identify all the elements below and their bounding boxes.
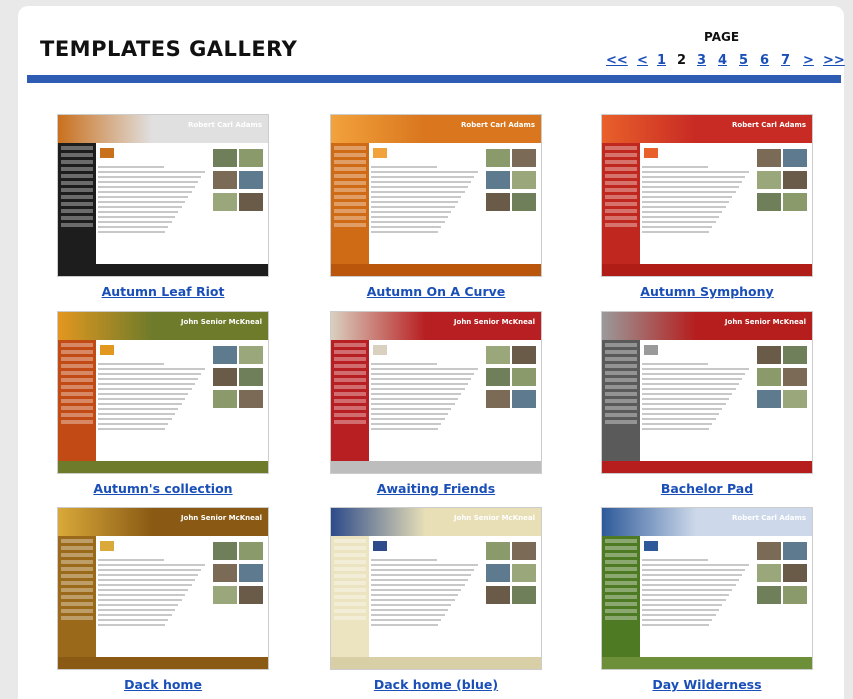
thumbnail-logo [100,541,114,551]
thumbnail-footer [331,264,541,276]
thumbnail-content [642,163,752,260]
thumbnail-content [642,556,752,653]
thumbnail-banner: John Senior McKneal [331,312,541,340]
thumbnail-banner: Robert Carl Adams [602,115,812,143]
thumbnail-banner: John Senior McKneal [331,508,541,536]
thumbnail-sidebar [602,143,640,276]
thumbnail-site-name: John Senior McKneal [453,318,535,326]
thumbnail-footer [602,461,812,473]
template-name-link[interactable]: Autumn Symphony [581,284,833,299]
template-name-link[interactable]: Day Wilderness [581,677,833,692]
thumbnail-sidebar [58,536,96,669]
page-link-4[interactable]: 4 [718,53,727,68]
page-link-3[interactable]: 3 [697,53,706,68]
thumbnail-footer [602,657,812,669]
thumbnail-site-name: Robert Carl Adams [188,121,262,129]
thumbnail-site-name: Robert Carl Adams [461,121,535,129]
thumbnail-photos [212,540,266,606]
thumbnail-sidebar [602,340,640,473]
template-name-link[interactable]: Awaiting Friends [310,481,562,496]
thumbnail-photos [756,344,810,410]
template-name-link[interactable]: Dack home (blue) [310,677,562,692]
page-link-6[interactable]: 6 [760,53,769,68]
thumbnail-logo [100,345,114,355]
thumbnail-banner: Robert Carl Adams [58,115,268,143]
thumbnail-logo [373,148,387,158]
thumbnail-logo [373,541,387,551]
template-name-link[interactable]: Autumn's collection [37,481,289,496]
thumbnail-photos [756,540,810,606]
thumbnail-banner: John Senior McKneal [602,312,812,340]
thumbnail-banner: Robert Carl Adams [331,115,541,143]
template-thumbnail[interactable]: John Senior McKneal [330,311,542,474]
thumbnail-footer [58,657,268,669]
thumbnail-logo [373,345,387,355]
template-thumbnail[interactable]: Robert Carl Adams [601,507,813,670]
template-name-link[interactable]: Autumn On A Curve [310,284,562,299]
template-thumbnail[interactable]: Robert Carl Adams [57,114,269,277]
page-link-2-current: 2 [677,53,687,68]
thumbnail-site-name: John Senior McKneal [180,318,262,326]
thumbnail-content [98,163,208,260]
thumbnail-footer [58,461,268,473]
thumbnail-content [642,360,752,457]
thumbnail-photos [756,147,810,213]
page-link-7[interactable]: 7 [781,53,790,68]
page-link-5[interactable]: 5 [739,53,748,68]
thumbnail-content [371,556,481,653]
thumbnail-site-name: John Senior McKneal [724,318,806,326]
thumbnail-logo [644,148,658,158]
last-page-link[interactable]: >> [823,53,845,68]
thumbnail-sidebar [331,536,369,669]
template-name-link[interactable]: Bachelor Pad [581,481,833,496]
thumbnail-logo [644,541,658,551]
thumbnail-banner: Robert Carl Adams [602,508,812,536]
thumbnail-site-name: John Senior McKneal [453,514,535,522]
thumbnail-content [371,163,481,260]
thumbnail-footer [58,264,268,276]
thumbnail-content [371,360,481,457]
template-thumbnail[interactable]: Robert Carl Adams [601,114,813,277]
thumbnail-site-name: Robert Carl Adams [732,514,806,522]
thumbnail-footer [331,461,541,473]
template-thumbnail[interactable]: John Senior McKneal [601,311,813,474]
thumbnail-photos [212,344,266,410]
thumbnail-sidebar [331,340,369,473]
header-divider [27,75,841,83]
template-name-link[interactable]: Autumn Leaf Riot [37,284,289,299]
thumbnail-content [98,360,208,457]
thumbnail-banner: John Senior McKneal [58,312,268,340]
thumbnail-footer [602,264,812,276]
prev-page-link[interactable]: < [637,53,648,68]
first-page-link[interactable]: << [606,53,628,68]
template-name-link[interactable]: Dack home [37,677,289,692]
page-link-1[interactable]: 1 [657,53,666,68]
thumbnail-sidebar [602,536,640,669]
thumbnail-sidebar [58,143,96,276]
pagination-label: PAGE [704,30,740,44]
thumbnail-photos [485,147,539,213]
thumbnail-logo [644,345,658,355]
thumbnail-content [98,556,208,653]
thumbnail-site-name: John Senior McKneal [180,514,262,522]
template-thumbnail[interactable]: Robert Carl Adams [330,114,542,277]
thumbnail-photos [212,147,266,213]
pagination: << < 1 2 3 4 5 6 7 > >> [606,53,845,71]
template-thumbnail[interactable]: John Senior McKneal [57,311,269,474]
template-thumbnail[interactable]: John Senior McKneal [57,507,269,670]
thumbnail-footer [331,657,541,669]
thumbnail-logo [100,148,114,158]
thumbnail-site-name: Robert Carl Adams [732,121,806,129]
thumbnail-sidebar [58,340,96,473]
thumbnail-sidebar [331,143,369,276]
next-page-link[interactable]: > [803,53,814,68]
thumbnail-photos [485,540,539,606]
thumbnail-photos [485,344,539,410]
thumbnail-banner: John Senior McKneal [58,508,268,536]
template-thumbnail[interactable]: John Senior McKneal [330,507,542,670]
page-title: TEMPLATES GALLERY [40,37,298,61]
